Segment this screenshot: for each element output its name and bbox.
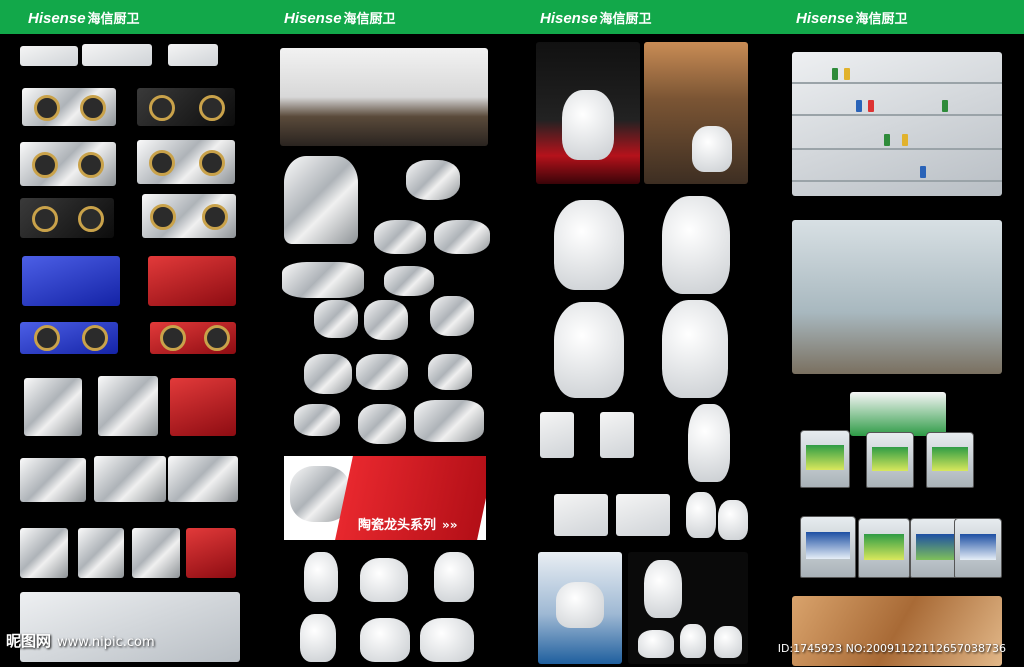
disinfection-cabinet [78,528,124,578]
site-url: www.nipic.com [57,635,155,650]
sink-display-photo [280,48,488,146]
faucet [304,354,352,394]
product-thumb [168,44,218,66]
toilet [554,200,624,290]
range-hood [24,378,82,436]
panel-header: Hisense 海信厨卫 [768,0,1024,34]
brand-latin: Hisense [284,10,342,27]
faucet-display-wall-photo [792,220,1002,374]
panel-faucets: Hisense 海信厨卫 陶瓷龙头系列»» [256,0,512,667]
bathroom-scene-photo [644,42,748,184]
ceramic-faucet [420,618,474,662]
gas-stove [137,88,235,126]
gas-stove [142,194,236,238]
gas-stove [137,140,235,184]
ceramic-faucet [300,614,336,662]
site-name: 昵图网 [6,632,52,650]
product-thumb [82,44,152,66]
faucet [384,266,434,296]
kitchen-scene-photo [20,592,240,662]
faucet [434,220,490,254]
site-watermark: 昵图网 www.nipic.com [6,630,155,651]
panel-header: Hisense 海信厨卫 [256,0,512,34]
paint-can [954,518,1002,578]
squat-toilet [616,494,670,536]
faucet [374,220,426,254]
gas-stove [22,88,116,126]
toilet [662,196,730,294]
faucet [428,354,472,390]
faucet [284,156,358,244]
faucet [430,296,474,336]
flush-tank [600,412,634,458]
chevron-right-icon: »» [442,518,458,532]
urinal [686,492,716,538]
brand-logo: Hisense 海信厨卫 [796,8,908,27]
toilet [662,300,728,398]
faucet [294,404,340,436]
faucet [356,354,408,390]
range-hood [170,378,236,436]
brand-chinese: 海信厨卫 [855,11,908,26]
paint-can [866,432,914,488]
product-thumb [20,46,78,66]
ceramic-faucet [434,552,474,602]
brand-latin: Hisense [796,10,854,27]
disinfection-cabinet [186,528,236,578]
panel-kitchen-appliances: Hisense 海信厨卫 [0,0,256,667]
store-shelf-photo [792,52,1002,196]
range-hood [98,376,158,436]
banner-title: 陶瓷龙头系列»» [358,518,458,533]
panel-header: Hisense 海信厨卫 [0,0,256,34]
paint-can [926,432,974,488]
paint-gift-box [850,392,946,436]
faucet [414,400,484,442]
brand-logo: Hisense 海信厨卫 [284,8,396,27]
gas-stove [20,198,114,238]
dishwasher [20,528,68,578]
squat-toilet [554,494,608,536]
range-hood [20,458,86,502]
brand-latin: Hisense [540,10,598,27]
brand-logo: Hisense 海信厨卫 [540,8,652,27]
gas-stove-blue [20,322,118,354]
urinal [718,500,748,540]
faucet [358,404,406,444]
ceramic-faucet-banner: 陶瓷龙头系列»» [284,456,486,540]
brand-chinese: 海信厨卫 [599,11,652,26]
flush-tank [540,412,574,458]
brand-chinese: 海信厨卫 [87,11,140,26]
paint-can [800,516,856,578]
faucet [364,300,408,340]
urinal [688,404,730,482]
disinfection-cabinet [132,528,180,578]
brand-latin: Hisense [28,10,86,27]
ceramic-faucet [360,618,410,662]
wood-board-photo [792,596,1002,666]
brand-logo: Hisense 海信厨卫 [28,8,140,27]
faucet [314,300,358,338]
paint-can [800,430,850,488]
paint-can [858,518,910,578]
basin-ad-photo [538,552,622,664]
gas-stove [20,142,116,186]
toilet [554,302,624,398]
toilet-ad-photo [536,42,640,184]
faucet [282,262,364,298]
range-hood [168,456,238,502]
panel-header: Hisense 海信厨卫 [512,0,768,34]
brand-chinese: 海信厨卫 [343,11,396,26]
range-hood-red [148,256,236,306]
gas-stove-red [150,322,236,354]
image-id-label: ID:1745923 NO:20091122112657038736 [777,642,1006,655]
panel-store-paint: Hisense 海信厨卫 [768,0,1024,667]
ceramic-faucet [304,552,338,602]
faucet [406,160,460,200]
range-hood [94,456,166,502]
panel-sanitary-ware: Hisense 海信厨卫 [512,0,768,667]
washbasin-photo [628,552,748,664]
range-hood-blue [22,256,120,306]
ceramic-faucet [360,558,408,602]
